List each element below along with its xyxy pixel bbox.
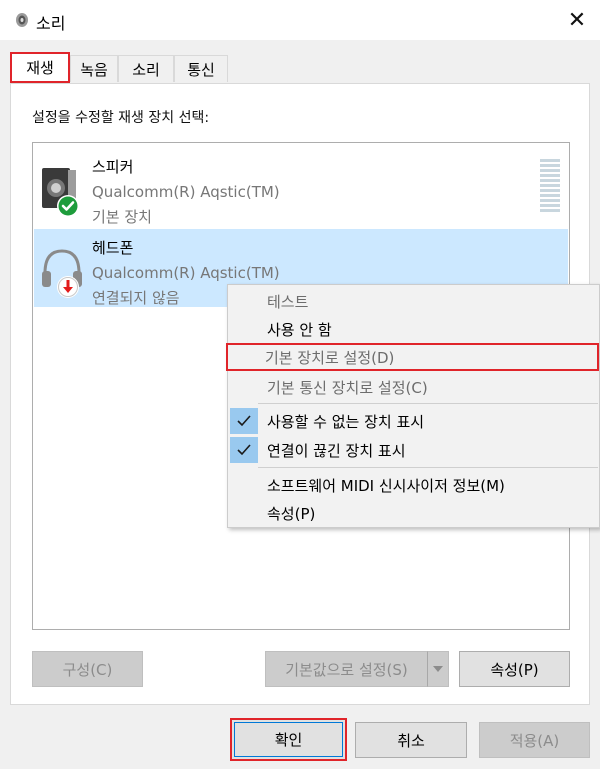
button-label: 확인 [274, 731, 303, 749]
menu-item-label: 기본 통신 장치로 설정(C) [267, 379, 428, 397]
menu-item-label: 기본 장치로 설정(D) [265, 349, 395, 367]
menu-item-midi-info[interactable]: 소프트웨어 MIDI 신시사이저 정보(M) [228, 471, 600, 499]
checkmark-icon [230, 408, 258, 434]
tab-recording[interactable]: 녹음 [70, 55, 118, 82]
menu-separator [258, 403, 598, 404]
checkmark-icon [230, 437, 258, 463]
button-label: 취소 [397, 731, 425, 750]
chevron-down-icon [433, 666, 443, 672]
menu-item-label: 속성(P) [267, 505, 316, 523]
menu-item-show-disabled[interactable]: 사용할 수 없는 장치 표시 [228, 407, 600, 435]
set-default-button[interactable]: 기본값으로 설정(S) [265, 651, 428, 687]
ok-button[interactable]: 확인 [230, 718, 347, 761]
tab-communications[interactable]: 통신 [174, 55, 228, 82]
device-name: 헤드폰 [92, 239, 134, 257]
device-item-speaker[interactable]: 스피커 Qualcomm(R) Aqstic(TM) 기본 장치 [34, 148, 568, 226]
speaker-app-icon [16, 13, 28, 27]
close-icon: ✕ [567, 7, 587, 33]
set-default-dropdown[interactable] [427, 651, 449, 687]
tab-label: 소리 [132, 60, 160, 79]
instruction-label: 설정을 수정할 재생 장치 선택: [32, 110, 210, 126]
menu-item-label: 사용 안 함 [267, 321, 332, 339]
menu-item-disable[interactable]: 사용 안 함 [228, 315, 600, 343]
menu-item-label: 테스트 [267, 293, 309, 311]
device-name: 스피커 [92, 158, 134, 176]
apply-button[interactable]: 적용(A) [479, 722, 590, 758]
volume-level-meter [540, 159, 560, 212]
menu-item-set-default[interactable]: 기본 장치로 설정(D) [226, 343, 599, 371]
menu-item-label: 연결이 끊긴 장치 표시 [267, 442, 406, 460]
device-description: Qualcomm(R) Aqstic(TM) [92, 183, 280, 201]
device-description: Qualcomm(R) Aqstic(TM) [92, 264, 280, 282]
button-label: 기본값으로 설정(S) [285, 660, 408, 679]
close-button[interactable]: ✕ [554, 0, 600, 40]
menu-item-test[interactable]: 테스트 [228, 287, 600, 315]
menu-item-show-disconnected[interactable]: 연결이 끊긴 장치 표시 [228, 436, 600, 464]
menu-item-properties[interactable]: 속성(P) [228, 499, 600, 527]
device-status: 연결되지 않음 [92, 289, 180, 307]
title-bar: 소리 ✕ [0, 0, 600, 40]
properties-button[interactable]: 속성(P) [459, 651, 570, 687]
cancel-button[interactable]: 취소 [355, 722, 467, 758]
speaker-icon [42, 168, 79, 217]
default-check-badge [57, 195, 79, 217]
tab-label: 녹음 [80, 60, 108, 79]
window-title: 소리 [36, 14, 66, 33]
button-label: 속성(P) [490, 660, 539, 679]
button-label: 적용(A) [509, 731, 560, 750]
disconnected-badge [57, 276, 79, 298]
menu-separator [258, 467, 598, 468]
tab-playback[interactable]: 재생 [10, 52, 70, 83]
context-menu: 테스트 사용 안 함 기본 장치로 설정(D) 기본 통신 장치로 설정(C) … [226, 284, 600, 528]
device-status: 기본 장치 [92, 208, 152, 226]
headphones-icon [42, 249, 82, 298]
button-label: 구성(C) [62, 660, 113, 679]
tab-sounds[interactable]: 소리 [118, 55, 174, 82]
menu-item-set-default-comm[interactable]: 기본 통신 장치로 설정(C) [228, 373, 600, 401]
menu-item-label: 사용할 수 없는 장치 표시 [267, 413, 425, 431]
configure-button[interactable]: 구성(C) [32, 651, 143, 687]
tab-label: 통신 [187, 60, 215, 79]
tab-label: 재생 [26, 59, 54, 77]
menu-item-label: 소프트웨어 MIDI 신시사이저 정보(M) [267, 477, 505, 495]
